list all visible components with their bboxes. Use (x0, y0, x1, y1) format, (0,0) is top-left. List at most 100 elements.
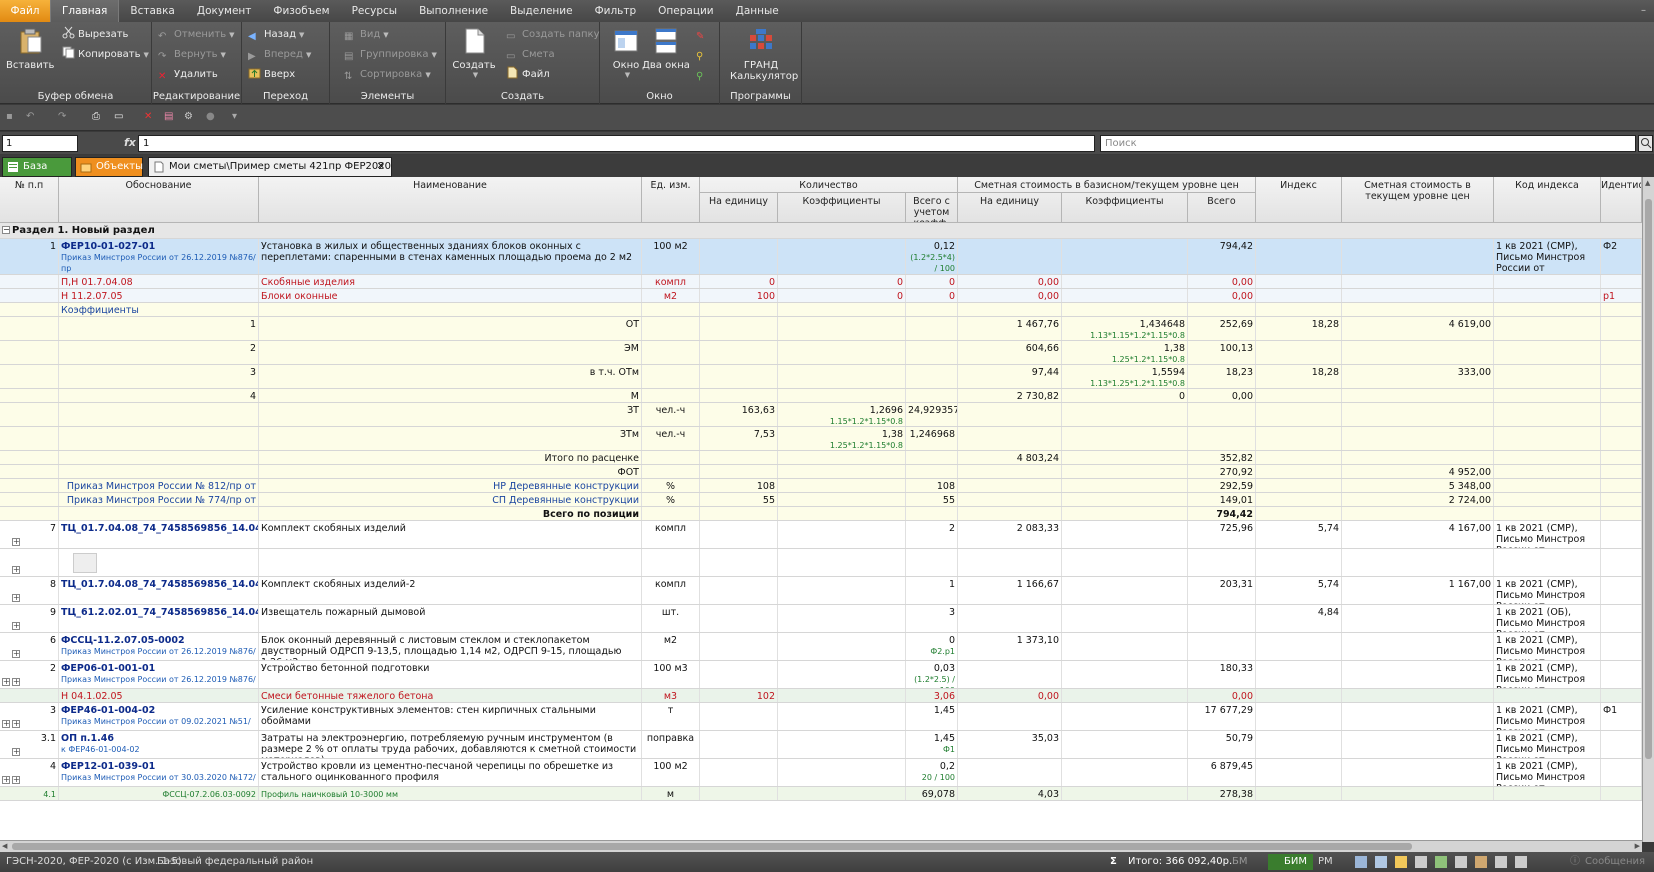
cell-base-coef[interactable] (1062, 289, 1188, 302)
cell-cur-cost[interactable] (1342, 451, 1494, 464)
cell-num[interactable] (0, 507, 59, 520)
cell-cur-cost[interactable] (1342, 275, 1494, 288)
cell-qty-coef[interactable] (778, 605, 906, 632)
cell-index-code[interactable] (1494, 303, 1601, 316)
cell-index-code[interactable] (1494, 479, 1601, 492)
cell-base-unit[interactable]: 1 467,76 (958, 317, 1062, 340)
cell-base-total[interactable]: 0,00 (1188, 275, 1256, 288)
redo-icon[interactable]: ↷ (58, 111, 72, 124)
back-button[interactable]: ◀ Назад ▼ (248, 26, 304, 44)
cell-qty-coef[interactable] (778, 549, 906, 576)
cell-qty-total[interactable]: 2 (906, 521, 958, 548)
cell-cur-cost[interactable] (1342, 239, 1494, 274)
cell-qty-unit[interactable] (700, 507, 778, 520)
status-region[interactable]: Базовый федеральный район (157, 852, 313, 872)
cell-index[interactable]: 18,28 (1256, 365, 1342, 388)
cell-index-code[interactable] (1494, 493, 1601, 506)
menu-data[interactable]: Данные (725, 0, 790, 22)
cell-basis[interactable]: ФЕР06-01-001-01 Приказ Минстроя России от… (59, 661, 259, 688)
cell-unit[interactable] (642, 317, 700, 340)
cell-num[interactable] (0, 689, 59, 702)
cell-qty-total[interactable]: 0 (906, 289, 958, 302)
cell-index[interactable]: 4,84 (1256, 605, 1342, 632)
cell-base-total[interactable] (1188, 303, 1256, 316)
header-num[interactable]: № п.п (0, 177, 59, 223)
cell-base-coef[interactable] (1062, 275, 1188, 288)
cell-index-code[interactable] (1494, 549, 1601, 576)
settings-icon[interactable] (1515, 856, 1527, 868)
cell-cur-cost[interactable] (1342, 549, 1494, 576)
cell-index-code[interactable] (1494, 275, 1601, 288)
info-icon[interactable]: ⓘ (1570, 852, 1580, 872)
cell-basis[interactable]: ТЦ_01.7.04.08_74_7458569856_14.04.2 (59, 577, 259, 604)
cell-qty-coef[interactable] (778, 493, 906, 506)
tab-estimate[interactable]: Мои сметы\Пример сметы 421пр ФЕР2020 ✕ (148, 157, 392, 177)
cell-qty-total[interactable]: 108 (906, 479, 958, 492)
cell-basis[interactable] (59, 465, 259, 478)
cell-base-total[interactable]: 100,13 (1188, 341, 1256, 364)
cell-index-code[interactable]: 1 кв 2021 (ОБ), Письмо Минстроя России о… (1494, 605, 1601, 632)
cell-cur-cost[interactable] (1342, 689, 1494, 702)
cell-base-total[interactable] (1188, 427, 1256, 450)
find-next-button[interactable]: ⚲ (696, 66, 712, 84)
cell-index[interactable] (1256, 661, 1342, 688)
ribbon-minimize-button[interactable]: – (1641, 0, 1654, 22)
cell-cur-cost[interactable] (1342, 759, 1494, 786)
cell-cur-cost[interactable]: 4 167,00 (1342, 521, 1494, 548)
cell-index-code[interactable]: 1 кв 2021 (СМР), Письмо Минстроя России … (1494, 731, 1601, 758)
cell-qty-coef[interactable] (778, 507, 906, 520)
cell-ident[interactable] (1601, 759, 1642, 786)
view-button[interactable]: ▦ Вид ▼ (344, 26, 389, 44)
expand-icon[interactable]: + (12, 566, 20, 574)
cell-qty-total[interactable]: 55 (906, 493, 958, 506)
section-row[interactable]: − Раздел 1. Новый раздел (0, 223, 1642, 239)
header-name[interactable]: Наименование (259, 177, 642, 223)
cell-name[interactable] (259, 549, 642, 576)
cell-cur-cost[interactable]: 4 952,00 (1342, 465, 1494, 478)
cell-num[interactable] (0, 427, 59, 450)
table-row[interactable]: 1 ФЕР10-01-027-01 Приказ Минстроя России о… (0, 239, 1642, 275)
cell-cur-cost[interactable] (1342, 389, 1494, 402)
cell-unit[interactable]: чел.-ч (642, 427, 700, 450)
cell-base-coef[interactable] (1062, 787, 1188, 800)
cell-base-unit[interactable] (958, 605, 1062, 632)
cell-qty-coef[interactable] (778, 521, 906, 548)
table-row[interactable]: 4 М 2 730,82 0 0,00 (0, 389, 1642, 403)
highlight-icon[interactable] (1395, 856, 1407, 868)
cell-basis[interactable]: 4 (59, 389, 259, 402)
menu-file[interactable]: Файл (0, 0, 50, 22)
cell-qty-coef[interactable] (778, 787, 906, 800)
cell-qty-unit[interactable] (700, 633, 778, 660)
cell-index[interactable] (1256, 759, 1342, 786)
cell-index[interactable] (1256, 289, 1342, 302)
cell-qty-coef[interactable] (778, 465, 906, 478)
cell-basis[interactable] (59, 403, 259, 426)
cell-unit[interactable]: м3 (642, 689, 700, 702)
cell-qty-total[interactable]: 1,45 Ф1 (906, 731, 958, 758)
cell-index[interactable] (1256, 689, 1342, 702)
table-row[interactable]: 3.1 + ОП п.1.46 к ФЕР46-01-004-02 Затраты на… (0, 731, 1642, 759)
cell-index[interactable] (1256, 549, 1342, 576)
cell-base-coef[interactable] (1062, 689, 1188, 702)
cell-base-coef[interactable] (1062, 451, 1188, 464)
cell-basis[interactable]: 1 (59, 317, 259, 340)
cell-cur-cost[interactable] (1342, 731, 1494, 758)
expand-icon[interactable]: + (12, 594, 20, 602)
cell-qty-total[interactable]: 1,45 (906, 703, 958, 730)
cell-qty-coef[interactable] (778, 365, 906, 388)
cell-num[interactable]: 3 + + (0, 703, 59, 730)
cell-basis[interactable]: ФССЦ-11.2.07.05-0002 Приказ Минстроя Росс… (59, 633, 259, 660)
cell-num[interactable] (0, 317, 59, 340)
cell-index-code[interactable] (1494, 289, 1601, 302)
cell-index[interactable] (1256, 451, 1342, 464)
cell-ident[interactable] (1601, 427, 1642, 450)
table-row[interactable]: 9 + ТЦ_61.2.02.01_74_7458569856_14.04.2 Изв… (0, 605, 1642, 633)
cell-unit[interactable] (642, 465, 700, 478)
cell-reference-input[interactable]: 1 (2, 135, 78, 152)
cell-qty-unit[interactable]: 0 (700, 275, 778, 288)
cell-base-coef[interactable] (1062, 577, 1188, 604)
cell-num[interactable] (0, 403, 59, 426)
circle-icon[interactable]: ● (206, 111, 220, 124)
cell-qty-total[interactable]: 0,12 (1.2*2.5*4) / 100 (906, 239, 958, 274)
cell-qty-coef[interactable] (778, 317, 906, 340)
